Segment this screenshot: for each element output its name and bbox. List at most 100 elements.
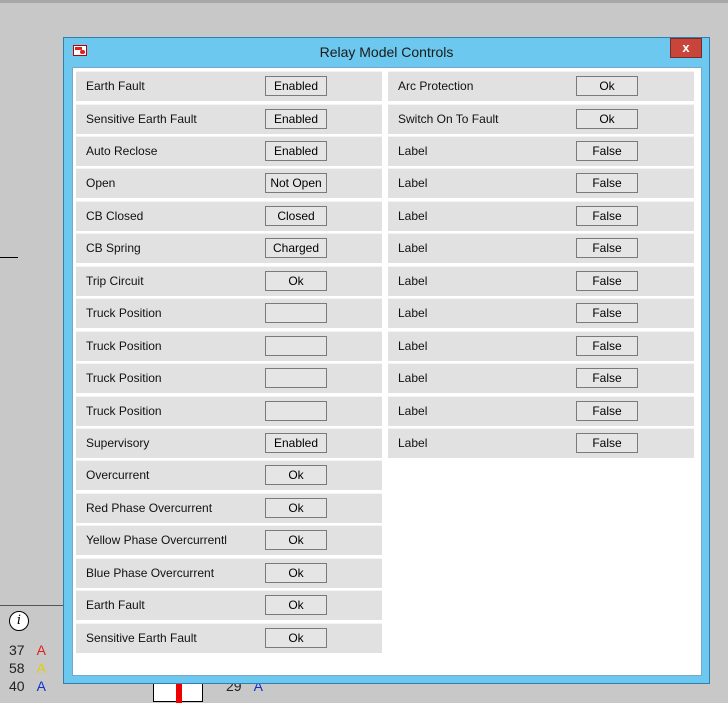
close-button[interactable]: x	[670, 38, 702, 58]
right-row: Label False	[388, 200, 694, 231]
reading-value: 37	[9, 642, 25, 658]
right-row: Label False	[388, 395, 694, 426]
right-row-value-button[interactable]: False	[576, 173, 638, 194]
dialog-title: Relay Model Controls	[319, 44, 454, 60]
left-row: Overcurrent Ok	[76, 460, 382, 491]
left-row-label: Truck Position	[86, 306, 162, 321]
left-row: Auto Reclose Enabled	[76, 135, 382, 166]
right-row: Label False	[388, 233, 694, 264]
right-row-value-button[interactable]: False	[576, 140, 638, 161]
left-row: Truck Position	[76, 395, 382, 426]
right-row: Arc Protection Ok	[388, 71, 694, 101]
left-row-label: Earth Fault	[86, 598, 145, 613]
right-row-label: Label	[398, 371, 428, 386]
left-row: Sensitive Earth Fault Ok	[76, 622, 382, 653]
right-row-value-button[interactable]: False	[576, 303, 638, 324]
right-row-label: Switch On To Fault	[398, 111, 499, 126]
left-row-label: Sensitive Earth Fault	[86, 111, 197, 126]
left-row-value-button[interactable]: Ok	[265, 595, 327, 616]
left-row-value-button[interactable]: Enabled	[265, 108, 327, 129]
left-row-label: Supervisory	[86, 436, 150, 450]
right-row-value-button[interactable]: False	[576, 433, 638, 453]
background-divider	[0, 605, 64, 606]
right-row-label: Label	[398, 306, 428, 321]
right-row: Label False	[388, 363, 694, 394]
left-row-label: CB Spring	[86, 241, 141, 256]
left-row: Truck Position	[76, 298, 382, 329]
right-row-value-button[interactable]: False	[576, 205, 638, 226]
right-row-value-button[interactable]: Ok	[576, 108, 638, 129]
background-line	[0, 257, 18, 258]
left-row-value-button[interactable]: Enabled	[265, 76, 327, 96]
left-row-label: Red Phase Overcurrent	[86, 500, 213, 515]
relay-model-controls-dialog: Relay Model Controls x Earth Fault Enable…	[63, 37, 710, 684]
right-row-value-button[interactable]: False	[576, 400, 638, 421]
reading-1: 37 A	[9, 642, 46, 658]
right-row: Label False	[388, 265, 694, 296]
left-row: CB Closed Closed	[76, 200, 382, 231]
left-row: Yellow Phase Overcurrentl Ok	[76, 525, 382, 556]
right-row-label: Label	[398, 273, 428, 288]
reading-value: 40	[9, 678, 25, 694]
left-row: Truck Position	[76, 330, 382, 361]
right-row-label: Label	[398, 403, 428, 418]
right-row-value-button[interactable]: False	[576, 335, 638, 356]
left-row: Trip Circuit Ok	[76, 265, 382, 296]
left-row-value-button[interactable]: Enabled	[265, 140, 327, 161]
left-row: Truck Position	[76, 363, 382, 394]
left-row-label: Truck Position	[86, 338, 162, 353]
left-row-value-button[interactable]: Closed	[265, 205, 327, 226]
right-row: Label False	[388, 330, 694, 361]
left-row-value-button[interactable]: Ok	[265, 497, 327, 518]
reading-unit: A	[36, 660, 46, 676]
right-row-value-button[interactable]: False	[576, 270, 638, 291]
right-row-label: Arc Protection	[398, 79, 474, 93]
left-row-value-button[interactable]: Ok	[265, 530, 327, 551]
left-row-value-button[interactable]: Not Open	[265, 173, 327, 194]
left-row-label: Truck Position	[86, 371, 162, 386]
left-row: Earth Fault Enabled	[76, 71, 382, 101]
left-row-label: Earth Fault	[86, 79, 145, 93]
left-row: Blue Phase Overcurrent Ok	[76, 557, 382, 588]
left-row-label: Open	[86, 176, 116, 191]
background-top-border	[0, 0, 728, 3]
reading-unit: A	[36, 678, 46, 694]
left-row: CB Spring Charged	[76, 233, 382, 264]
left-row-value-button[interactable]	[265, 303, 327, 324]
right-row-label: Label	[398, 338, 428, 353]
right-row: Label False	[388, 298, 694, 329]
left-row: Red Phase Overcurrent Ok	[76, 492, 382, 523]
left-row-value-button[interactable]	[265, 400, 327, 421]
right-row: Label False	[388, 428, 694, 458]
reading-unit: A	[36, 642, 46, 658]
right-row-value-button[interactable]: Ok	[576, 76, 638, 96]
left-row-label: Auto Reclose	[86, 143, 158, 158]
left-row: Earth Fault Ok	[76, 590, 382, 621]
left-row-label: CB Closed	[86, 208, 144, 223]
info-icon[interactable]: i	[9, 611, 29, 631]
left-row-value-button[interactable]: Ok	[265, 465, 327, 486]
right-row-label: Label	[398, 208, 428, 223]
left-row-value-button[interactable]	[265, 335, 327, 356]
right-row: Switch On To Fault Ok	[388, 103, 694, 134]
dialog-titlebar[interactable]: Relay Model Controls x	[64, 38, 709, 67]
right-row-label: Label	[398, 143, 428, 158]
left-row-label: Blue Phase Overcurrent	[86, 565, 215, 580]
left-row: Open Not Open	[76, 168, 382, 199]
left-row-value-button[interactable]: Enabled	[265, 433, 327, 453]
left-row: Sensitive Earth Fault Enabled	[76, 103, 382, 134]
right-row-value-button[interactable]: False	[576, 368, 638, 389]
left-row-value-button[interactable]: Ok	[265, 270, 327, 291]
right-row: Label False	[388, 168, 694, 199]
left-row-label: Truck Position	[86, 403, 162, 418]
right-row-value-button[interactable]: False	[576, 238, 638, 259]
right-row-label: Label	[398, 436, 428, 450]
left-row-value-button[interactable]	[265, 368, 327, 389]
left-row-value-button[interactable]: Ok	[265, 562, 327, 583]
left-row-value-button[interactable]: Charged	[265, 238, 327, 259]
reading-3: 40 A	[9, 678, 46, 694]
left-row-label: Trip Circuit	[86, 273, 144, 288]
reading-2: 58 A	[9, 660, 46, 676]
left-row: Supervisory Enabled	[76, 428, 382, 458]
left-row-value-button[interactable]: Ok	[265, 627, 327, 648]
